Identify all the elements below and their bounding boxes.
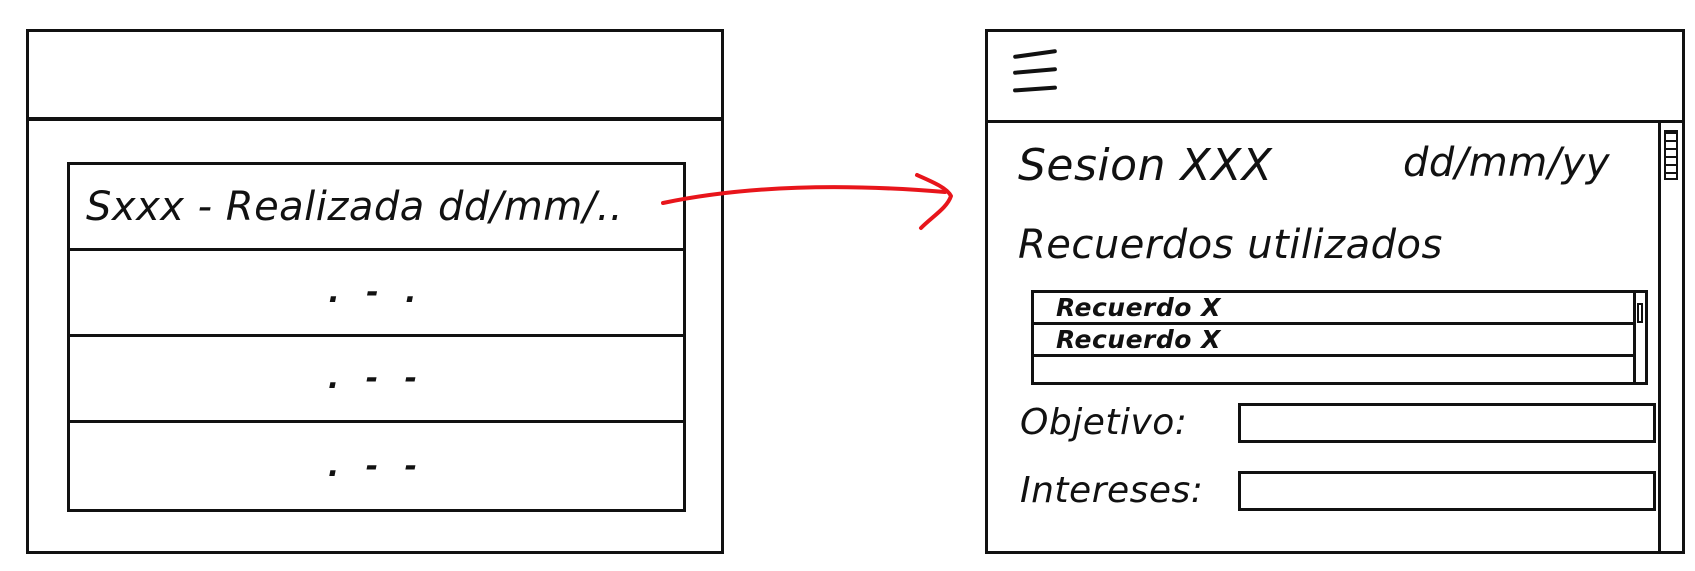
memory-list: Recuerdo X Recuerdo X bbox=[1031, 290, 1648, 385]
session-row[interactable]: Sxxx - Realizada dd/mm/.. bbox=[70, 165, 683, 251]
session-row-label: . - - bbox=[327, 448, 426, 484]
memory-item[interactable] bbox=[1034, 357, 1634, 389]
session-row[interactable]: . - - bbox=[70, 337, 683, 423]
session-row-label: . - - bbox=[327, 361, 426, 396]
arrow-line bbox=[661, 185, 947, 205]
interests-input[interactable] bbox=[1238, 470, 1656, 511]
arrow-head bbox=[915, 173, 953, 230]
objective-label: Objetivo: bbox=[1020, 402, 1188, 443]
hamburger-icon[interactable] bbox=[1012, 48, 1059, 96]
navigation-arrow bbox=[661, 173, 953, 230]
session-row-label: . - . bbox=[328, 275, 425, 310]
scrollbar-thumb[interactable] bbox=[1664, 130, 1678, 180]
session-row[interactable]: . - - bbox=[70, 423, 683, 509]
memory-item[interactable]: Recuerdo X bbox=[1034, 325, 1634, 357]
session-row[interactable]: . - . bbox=[70, 251, 683, 337]
interests-row: Intereses: bbox=[1020, 470, 1656, 511]
session-title: Sesion XXX bbox=[1018, 140, 1273, 191]
interests-label: Intereses: bbox=[1020, 470, 1204, 511]
scrollbar[interactable] bbox=[1658, 120, 1682, 551]
memory-item[interactable]: Recuerdo X bbox=[1034, 293, 1634, 325]
top-bar bbox=[29, 32, 721, 121]
session-detail-screen: Sesion XXX dd/mm/yy Recuerdos utilizados… bbox=[985, 29, 1685, 554]
session-list-screen: Sxxx - Realizada dd/mm/.. . - . . - - . … bbox=[26, 29, 724, 554]
memory-list-scrollbar[interactable] bbox=[1633, 293, 1645, 382]
memories-heading: Recuerdos utilizados bbox=[1018, 222, 1443, 268]
objective-row: Objetivo: bbox=[1020, 402, 1656, 443]
session-list: Sxxx - Realizada dd/mm/.. . - . . - - . … bbox=[67, 162, 686, 512]
session-row-label: Sxxx - Realizada dd/mm/.. bbox=[86, 183, 624, 230]
objective-input[interactable] bbox=[1238, 402, 1656, 443]
top-bar bbox=[988, 32, 1682, 123]
memory-list-scrollbar-thumb[interactable] bbox=[1637, 303, 1643, 323]
session-date: dd/mm/yy bbox=[1403, 140, 1611, 186]
